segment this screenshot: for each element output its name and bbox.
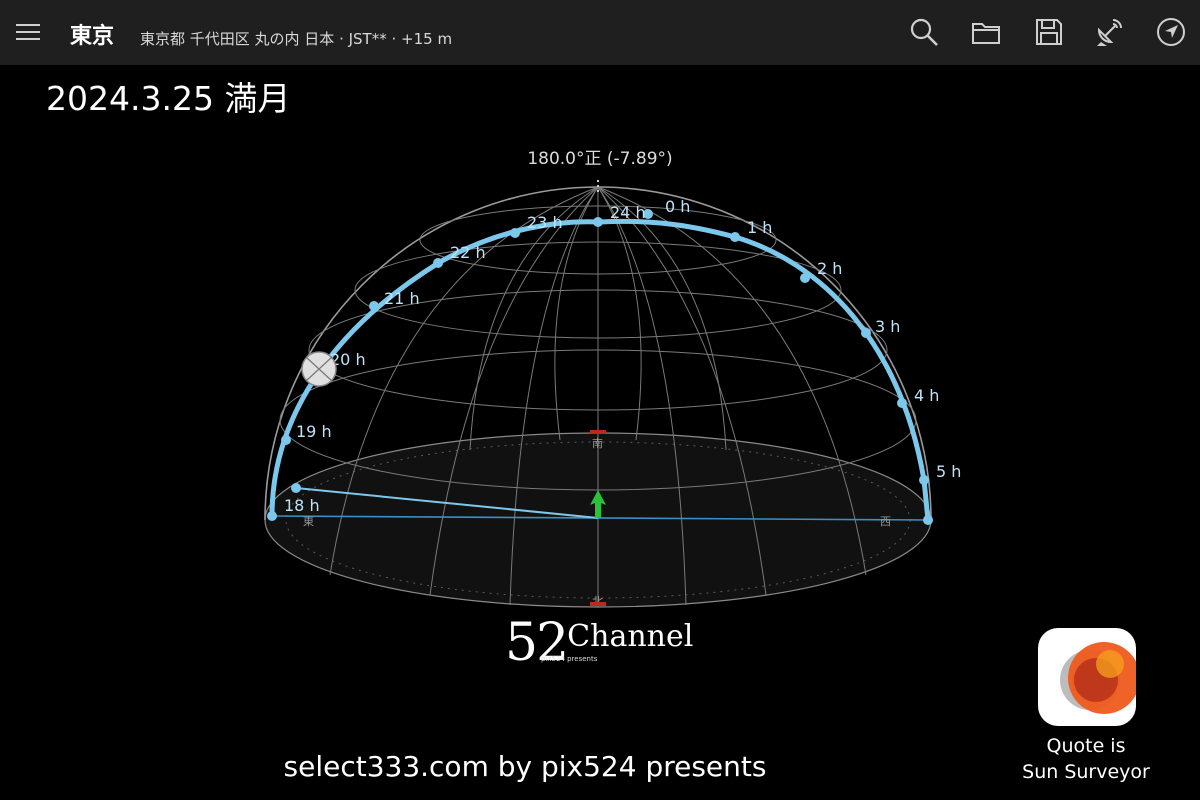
hour-label: 24 h bbox=[610, 203, 646, 222]
hour-label: 5 h bbox=[936, 462, 961, 481]
brand-logo: 52Channel pix524 presents bbox=[505, 613, 694, 673]
hour-label: 21 h bbox=[384, 289, 420, 308]
compass-north: 北 bbox=[592, 595, 603, 608]
hour-label: 18 h bbox=[284, 496, 320, 515]
moon-path-dome[interactable]: 18 h 19 h 20 h 21 h 22 h 23 h 24 h 0 h 1… bbox=[0, 0, 1200, 800]
south-marker bbox=[590, 430, 606, 434]
hour-label: 22 h bbox=[450, 243, 486, 262]
hour-label: 19 h bbox=[296, 422, 332, 441]
heading-readout: 180.0°正 (-7.89°) bbox=[527, 149, 672, 169]
hour-label: 3 h bbox=[875, 317, 900, 336]
hour-label: 23 h bbox=[527, 213, 563, 232]
sun-surveyor-app-icon bbox=[1038, 628, 1136, 726]
compass-west: 西 bbox=[880, 515, 891, 528]
hour-label: 1 h bbox=[747, 218, 772, 237]
compass-east: 東 bbox=[303, 515, 314, 528]
hour-label: 2 h bbox=[817, 259, 842, 278]
compass-south: 南 bbox=[592, 437, 603, 450]
north-marker bbox=[590, 602, 606, 606]
app-quote: Quote is Sun Surveyor bbox=[1022, 735, 1150, 783]
hour-label: 4 h bbox=[914, 386, 939, 405]
hour-label: 0 h bbox=[665, 197, 690, 216]
